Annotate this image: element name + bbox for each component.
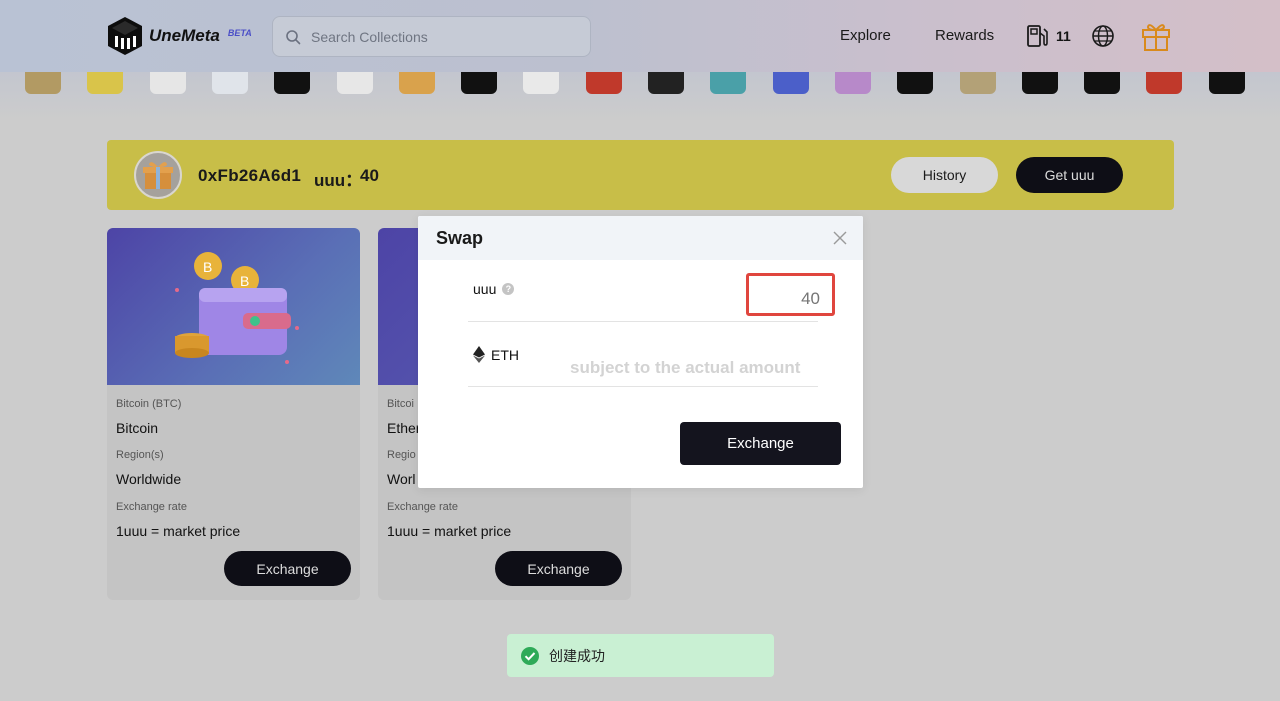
region-label: Region(s) xyxy=(116,449,164,461)
card-subtitle: Bitcoin (BTC) xyxy=(116,398,182,410)
collection-thumbnail[interactable] xyxy=(710,72,747,94)
collection-thumbnail[interactable] xyxy=(834,72,871,94)
card-subtitle: Bitcoi xyxy=(387,398,414,410)
collection-thumbnail[interactable] xyxy=(585,72,622,94)
balance-label: uuu： xyxy=(314,171,363,190)
collection-thumbnail[interactable] xyxy=(25,72,61,94)
logo[interactable]: UneMeta BETA xyxy=(107,16,252,56)
logo-text: UneMeta xyxy=(149,26,220,45)
swap-modal: Swap uuu ? ETH subject to the actual amo… xyxy=(418,216,863,488)
nav-explore[interactable]: Explore xyxy=(840,27,891,44)
divider xyxy=(468,386,818,387)
gift-box-avatar-icon xyxy=(143,162,173,189)
gas-indicator[interactable]: 11 xyxy=(1026,24,1071,48)
card-image: B B xyxy=(107,228,360,385)
history-button[interactable]: History xyxy=(891,157,998,193)
collection-thumbnail[interactable] xyxy=(211,72,248,94)
collection-thumbnail[interactable] xyxy=(87,72,124,94)
rate-label: Exchange rate xyxy=(387,501,458,513)
toast-message: 创建成功 xyxy=(549,647,605,664)
collection-thumbnail[interactable] xyxy=(1208,72,1245,94)
rate-label: Exchange rate xyxy=(116,501,187,513)
swap-exchange-button[interactable]: Exchange xyxy=(680,422,841,465)
modal-title: Swap xyxy=(436,228,484,248)
region-label: Regio xyxy=(387,449,416,461)
collection-thumbnail[interactable] xyxy=(274,72,311,94)
search-icon xyxy=(286,29,301,44)
exchange-button[interactable]: Exchange xyxy=(495,551,622,586)
collection-thumbnail[interactable] xyxy=(523,72,560,94)
to-token-label: ETH xyxy=(473,346,519,363)
help-icon[interactable]: ? xyxy=(502,283,515,295)
region-value: Worldwide xyxy=(116,471,182,487)
uuu-amount-input[interactable] xyxy=(749,276,832,313)
svg-text:B: B xyxy=(240,273,249,289)
gift-icon[interactable] xyxy=(1141,20,1171,52)
rate-value: 1uuu = market price xyxy=(116,523,241,539)
collection-thumbnail[interactable] xyxy=(959,72,996,94)
close-icon[interactable] xyxy=(832,230,848,246)
gas-pump-icon xyxy=(1027,25,1048,47)
collection-thumbnail[interactable] xyxy=(398,72,435,94)
nav-rewards[interactable]: Rewards xyxy=(935,27,994,44)
wallet-address: 0xFb26A6d1 xyxy=(198,166,302,185)
ethereum-icon xyxy=(473,346,485,363)
logo-cube-icon xyxy=(108,17,142,55)
collection-thumbnail[interactable] xyxy=(772,72,809,94)
from-token-name: uuu xyxy=(473,281,497,297)
globe-icon[interactable] xyxy=(1091,24,1115,48)
exchange-button[interactable]: Exchange xyxy=(224,551,351,586)
check-circle-icon xyxy=(521,646,539,665)
collection-thumbnail[interactable] xyxy=(1146,72,1183,94)
to-token-name: ETH xyxy=(491,346,519,363)
rate-value: 1uuu = market price xyxy=(387,523,512,539)
card-name: Bitcoin xyxy=(116,420,159,436)
card-name: Ether xyxy=(387,420,421,436)
collection-thumbnail[interactable] xyxy=(461,72,498,94)
collection-thumbnail[interactable] xyxy=(149,72,186,94)
wallet-coins-illustration: B B xyxy=(175,252,299,364)
divider xyxy=(468,321,818,322)
modal-header: Swap xyxy=(418,216,863,260)
collection-thumbnail[interactable] xyxy=(1084,72,1121,94)
collection-thumbnail[interactable] xyxy=(648,72,684,94)
collection-strip xyxy=(0,72,1280,120)
get-uuu-button[interactable]: Get uuu xyxy=(1016,157,1123,193)
eth-amount-placeholder: subject to the actual amount xyxy=(570,358,801,377)
from-token-label: uuu ? xyxy=(473,281,515,297)
success-toast: 创建成功 xyxy=(507,634,774,677)
account-banner: 0xFb26A6d1 uuu： 40 History Get uuu xyxy=(107,140,1174,210)
balance-value: 40 xyxy=(360,166,379,185)
collection-thumbnail[interactable] xyxy=(1021,72,1058,94)
avatar xyxy=(134,151,182,199)
svg-text:B: B xyxy=(203,259,212,275)
search-bar[interactable] xyxy=(272,16,591,57)
search-input[interactable] xyxy=(311,28,571,45)
top-header: UneMeta BETA Explore Rewards 11 xyxy=(0,0,1280,72)
beta-badge: BETA xyxy=(227,28,252,38)
collection-thumbnail[interactable] xyxy=(897,72,934,94)
gas-count: 11 xyxy=(1056,28,1071,44)
amount-field-highlight xyxy=(746,273,835,316)
reward-card: B B Bitcoin (BTC) Bitcoin Region(s) Worl… xyxy=(107,228,360,600)
region-value: Worl xyxy=(387,471,416,487)
collection-thumbnail[interactable] xyxy=(336,72,373,94)
